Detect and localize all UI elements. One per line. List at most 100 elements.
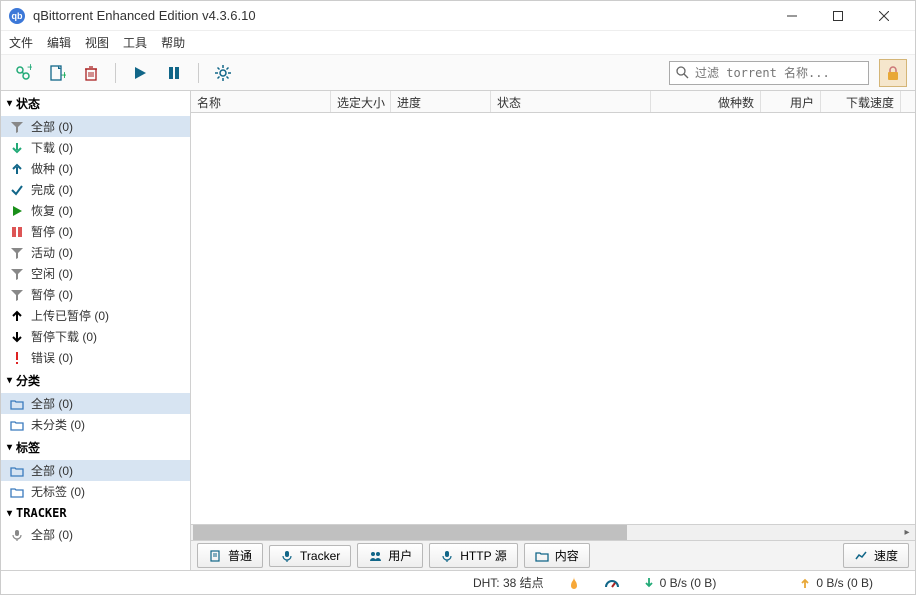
- section-tag[interactable]: ▾标签: [1, 435, 190, 460]
- column-header[interactable]: 进度: [391, 91, 491, 112]
- column-header[interactable]: 状态: [491, 91, 651, 112]
- doc-icon: [208, 549, 222, 563]
- check-blue-icon: [9, 183, 25, 197]
- filter-item[interactable]: 完成 (0): [1, 179, 190, 200]
- tab-用户[interactable]: 用户: [357, 543, 423, 568]
- search-input[interactable]: [695, 66, 862, 80]
- upload-speed[interactable]: 0 B/s (0 B): [800, 576, 873, 590]
- filter-label: 完成 (0): [31, 181, 73, 198]
- bang-red-icon: [9, 351, 25, 365]
- toolbar-separator: [115, 63, 116, 83]
- filter-item[interactable]: 全部 (0): [1, 393, 190, 414]
- filter-label: 活动 (0): [31, 244, 73, 261]
- speed-limit-icon[interactable]: [604, 577, 620, 589]
- add-file-button[interactable]: +: [43, 59, 71, 87]
- menu-tools[interactable]: 工具: [123, 34, 147, 51]
- section-category[interactable]: ▾分类: [1, 368, 190, 393]
- add-link-button[interactable]: +: [9, 59, 37, 87]
- column-header[interactable]: 选定大小: [331, 91, 391, 112]
- filter-item[interactable]: 暂停下载 (0): [1, 326, 190, 347]
- section-status[interactable]: ▾状态: [1, 91, 190, 116]
- filter-item[interactable]: 上传已暂停 (0): [1, 305, 190, 326]
- tab-http 源[interactable]: HTTP 源: [429, 543, 517, 568]
- maximize-button[interactable]: [815, 1, 861, 31]
- tab-内容[interactable]: 内容: [524, 543, 590, 568]
- filter-gray-icon: [9, 267, 25, 281]
- filter-item[interactable]: 做种 (0): [1, 158, 190, 179]
- delete-button[interactable]: [77, 59, 105, 87]
- search-box[interactable]: [669, 61, 869, 85]
- filter-item[interactable]: 恢复 (0): [1, 200, 190, 221]
- dht-status[interactable]: DHT: 38 结点: [473, 574, 544, 591]
- down-green-icon: [9, 141, 25, 155]
- search-icon: [676, 66, 689, 79]
- close-button[interactable]: [861, 1, 907, 31]
- filter-label: 无标签 (0): [31, 483, 85, 500]
- column-header[interactable]: 下载速度: [821, 91, 901, 112]
- filter-item[interactable]: 暂停 (0): [1, 284, 190, 305]
- minimize-button[interactable]: [769, 1, 815, 31]
- pause-red-icon: [9, 225, 25, 239]
- arrow-up-black-icon: [9, 309, 25, 323]
- chevron-down-icon: ▾: [7, 508, 12, 519]
- filter-item[interactable]: 活动 (0): [1, 242, 190, 263]
- filter-item[interactable]: 下载 (0): [1, 137, 190, 158]
- settings-button[interactable]: [209, 59, 237, 87]
- filter-label: 暂停 (0): [31, 286, 73, 303]
- menu-file[interactable]: 文件: [9, 34, 33, 51]
- filter-label: 恢复 (0): [31, 202, 73, 219]
- horizontal-scrollbar[interactable]: ▸: [191, 524, 915, 540]
- filter-label: 错误 (0): [31, 349, 73, 366]
- tab-speed[interactable]: 速度: [843, 543, 909, 568]
- pause-button[interactable]: [160, 59, 188, 87]
- resume-button[interactable]: [126, 59, 154, 87]
- folder-blue-icon: [9, 418, 25, 432]
- firewall-icon[interactable]: [568, 576, 580, 590]
- menu-edit[interactable]: 编辑: [47, 34, 71, 51]
- filter-label: 全部 (0): [31, 526, 73, 543]
- chevron-down-icon: ▾: [7, 98, 12, 109]
- svg-text:+: +: [27, 64, 32, 74]
- filter-gray-icon: [9, 120, 25, 134]
- table-body[interactable]: [191, 113, 915, 524]
- filter-item[interactable]: 全部 (0): [1, 460, 190, 481]
- up-blue-icon: [9, 162, 25, 176]
- filter-label: 上传已暂停 (0): [31, 307, 109, 324]
- tab-普通[interactable]: 普通: [197, 543, 263, 568]
- folder-blue-icon: [9, 397, 25, 411]
- filter-item[interactable]: 空闲 (0): [1, 263, 190, 284]
- titlebar: qb qBittorrent Enhanced Edition v4.3.6.1…: [1, 1, 915, 31]
- filter-label: 下载 (0): [31, 139, 73, 156]
- scroll-right-icon[interactable]: ▸: [899, 525, 915, 540]
- download-speed[interactable]: 0 B/s (0 B): [644, 576, 717, 590]
- chevron-down-icon: ▾: [7, 375, 12, 386]
- filter-item[interactable]: 未分类 (0): [1, 414, 190, 435]
- filter-label: 全部 (0): [31, 118, 73, 135]
- filter-item[interactable]: 全部 (0): [1, 116, 190, 137]
- app-icon: qb: [9, 8, 25, 24]
- filter-label: 暂停下载 (0): [31, 328, 97, 345]
- content-area: 名称选定大小进度状态做种数用户下载速度 ▸ 普通Tracker用户HTTP 源内…: [191, 91, 915, 570]
- menu-help[interactable]: 帮助: [161, 34, 185, 51]
- filter-item[interactable]: 无标签 (0): [1, 481, 190, 502]
- menu-view[interactable]: 视图: [85, 34, 109, 51]
- filter-gray-icon: [9, 246, 25, 260]
- lock-button[interactable]: [879, 59, 907, 87]
- scrollbar-thumb[interactable]: [193, 525, 627, 540]
- arrow-down-black-icon: [9, 330, 25, 344]
- folder-blue-icon: [9, 485, 25, 499]
- filter-item[interactable]: 全部 (0): [1, 524, 190, 545]
- filter-item[interactable]: 错误 (0): [1, 347, 190, 368]
- toolbar-separator: [198, 63, 199, 83]
- filter-item[interactable]: 暂停 (0): [1, 221, 190, 242]
- tab-tracker[interactable]: Tracker: [269, 545, 351, 567]
- column-header[interactable]: 名称: [191, 91, 331, 112]
- column-header[interactable]: 做种数: [651, 91, 761, 112]
- toolbar: + +: [1, 55, 915, 91]
- folder-blue-icon: [9, 464, 25, 478]
- window-title: qBittorrent Enhanced Edition v4.3.6.10: [33, 8, 769, 23]
- column-header[interactable]: 用户: [761, 91, 821, 112]
- mic-icon: [280, 549, 294, 563]
- details-tabs: 普通 Tracker 用户HTTP 源内容 速度: [191, 540, 915, 570]
- section-tracker[interactable]: ▾TRACKER: [1, 502, 190, 524]
